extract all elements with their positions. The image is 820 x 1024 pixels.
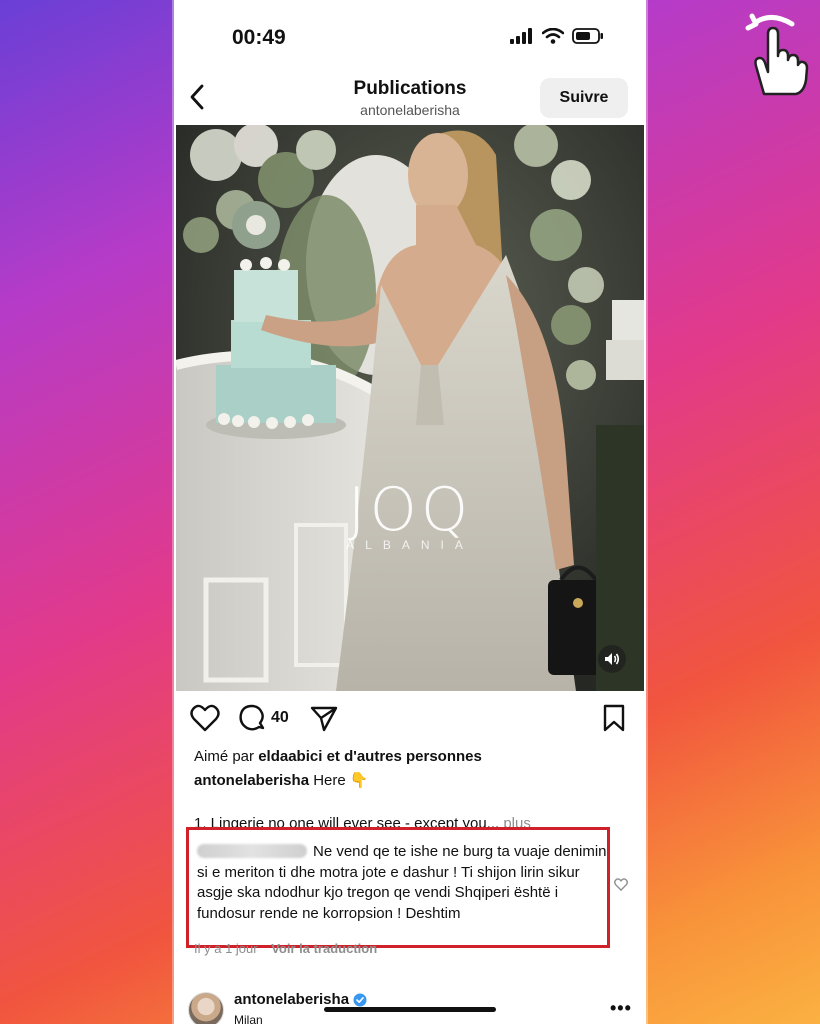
caption-username[interactable]: antonelaberisha	[194, 772, 309, 789]
likes-summary[interactable]: Aimé par eldaabici et d'autres personnes	[194, 748, 482, 765]
post-actions-bar: 40	[174, 700, 646, 740]
comment-bubble-icon	[239, 704, 265, 731]
heart-icon	[190, 704, 220, 732]
heart-icon	[614, 878, 628, 892]
home-indicator[interactable]	[324, 1007, 496, 1012]
status-icons	[510, 28, 604, 44]
caption-text: Here 👇	[313, 772, 369, 789]
next-post-username[interactable]: antonelaberisha	[234, 991, 349, 1008]
status-time: 00:49	[232, 26, 286, 49]
phone-screen: 00:49 Publications antonelaberisha Suivr…	[174, 0, 646, 1024]
verified-badge-icon	[353, 993, 367, 1006]
caption: antonelaberisha Here 👇	[194, 771, 369, 789]
comment-time: Il y a 1 jour	[194, 941, 258, 956]
bookmark-icon	[603, 704, 625, 732]
sound-toggle-button[interactable]	[598, 645, 626, 673]
speaker-icon	[605, 653, 620, 665]
comment-count: 40	[271, 709, 289, 726]
likes-user[interactable]: eldaabici	[258, 748, 322, 765]
translate-link[interactable]: Voir la traduction	[271, 941, 377, 956]
next-post-header: antonelaberisha Milan •••	[174, 986, 646, 1024]
post-photo	[176, 125, 644, 691]
post-header: Publications antonelaberisha Suivre	[174, 72, 646, 124]
post-media[interactable]: JOQ ALBANIA	[176, 125, 644, 691]
swipe-hand-icon	[742, 8, 812, 98]
follow-button[interactable]: Suivre	[540, 78, 628, 118]
highlighted-comment: Ne vend qe te ishe ne burg ta vuaje deni…	[186, 827, 610, 948]
save-button[interactable]	[602, 704, 626, 732]
next-post-location[interactable]: Milan	[234, 1013, 263, 1024]
avatar[interactable]	[188, 992, 224, 1024]
wifi-icon	[542, 28, 564, 44]
likes-suffix: et d'autres personnes	[326, 748, 482, 765]
share-button[interactable]	[310, 704, 338, 732]
comment-button[interactable]: 40	[238, 704, 289, 732]
comment-body: Ne vend qe te ishe ne burg ta vuaje deni…	[197, 842, 612, 924]
watermark-subtitle: ALBANIA	[346, 538, 474, 552]
next-post-username-row[interactable]: antonelaberisha	[234, 991, 367, 1008]
comment-meta: Il y a 1 jour Voir la traduction	[194, 941, 377, 956]
watermark-logo: JOQ	[347, 475, 473, 545]
battery-icon	[572, 28, 603, 44]
comment-like-button[interactable]	[614, 878, 628, 896]
like-button[interactable]	[190, 704, 220, 732]
status-bar: 00:49	[174, 0, 646, 72]
cellular-signal-icon	[510, 28, 532, 44]
likes-prefix: Aimé par	[194, 748, 255, 765]
paper-plane-icon	[310, 706, 338, 732]
blurred-username	[197, 844, 307, 858]
more-options-icon[interactable]: •••	[610, 998, 632, 1019]
